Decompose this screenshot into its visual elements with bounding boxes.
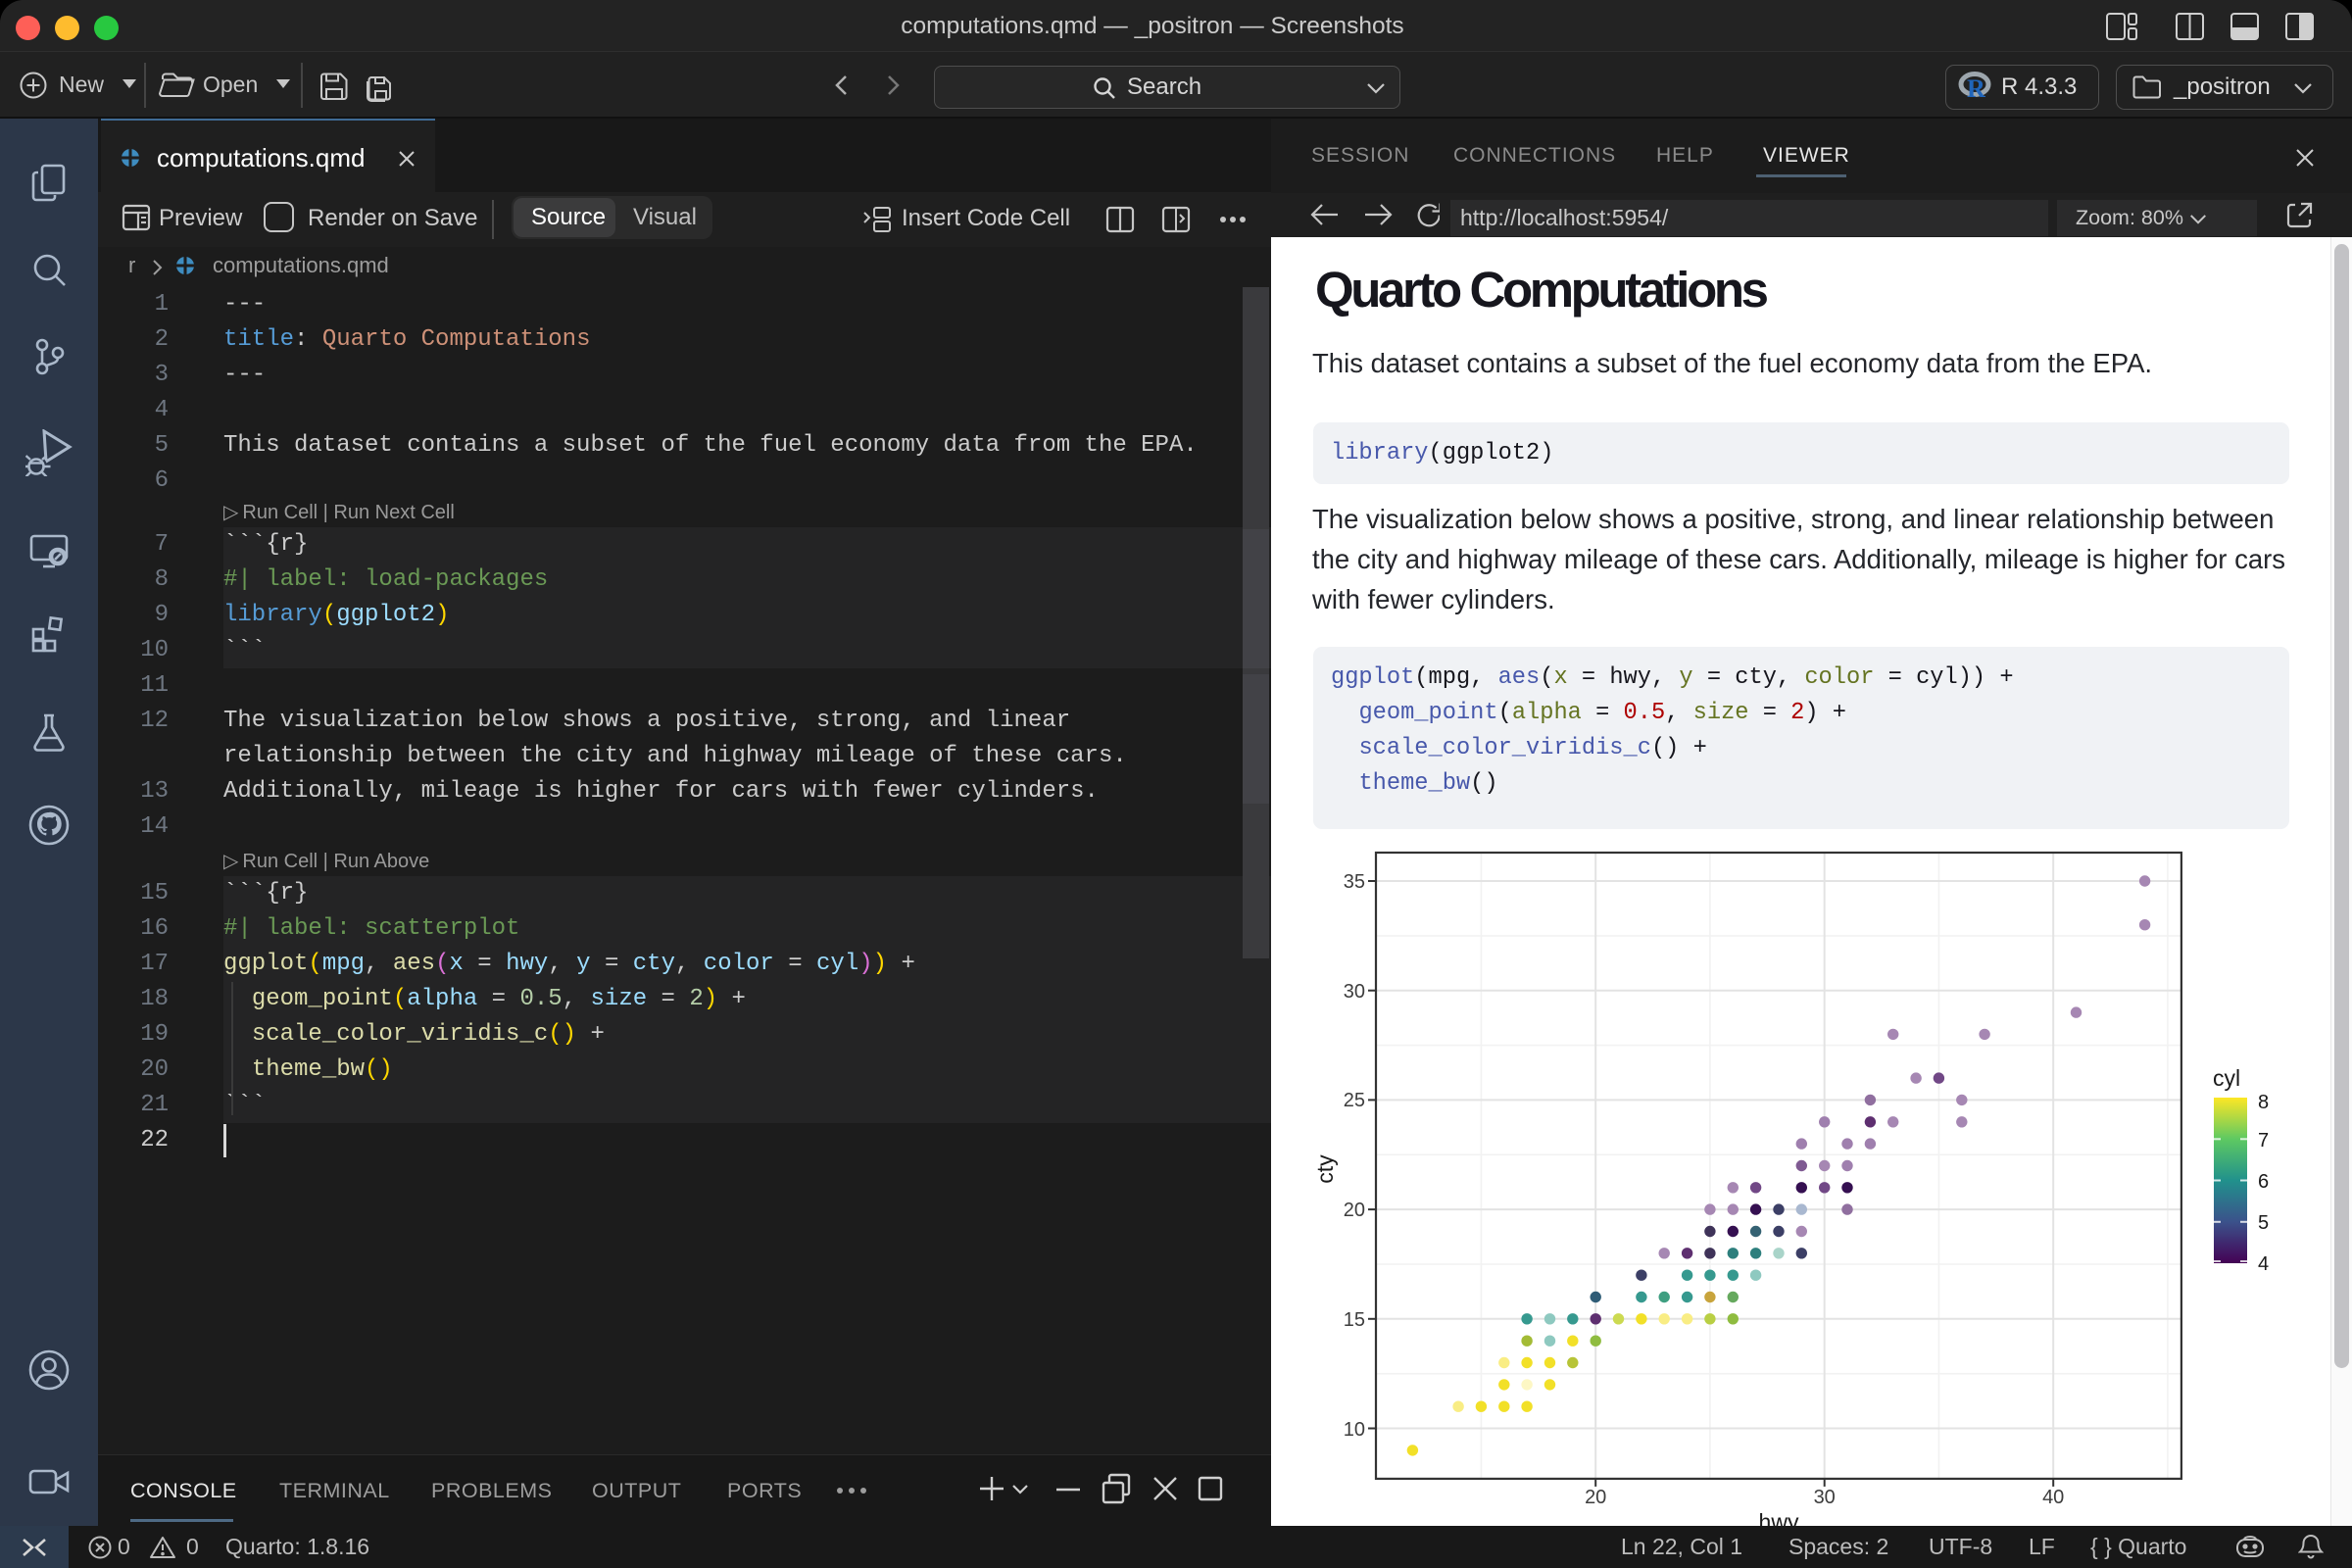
- svg-text:hwy: hwy: [1759, 1509, 1799, 1526]
- svg-text:6: 6: [2258, 1171, 2269, 1193]
- svg-text:7: 7: [2258, 1130, 2269, 1152]
- svg-text:40: 40: [2042, 1487, 2064, 1508]
- svg-text:25: 25: [1344, 1090, 1365, 1111]
- svg-text:8: 8: [2258, 1092, 2269, 1113]
- svg-text:R: R: [1967, 74, 1985, 101]
- svg-text:10: 10: [1344, 1419, 1365, 1441]
- svg-text:35: 35: [1344, 871, 1365, 893]
- svg-text:15: 15: [1344, 1309, 1365, 1331]
- svg-text:cty: cty: [1312, 1154, 1338, 1184]
- svg-text:20: 20: [1585, 1487, 1606, 1508]
- svg-text:4: 4: [2258, 1253, 2269, 1275]
- svg-text:cyl: cyl: [2213, 1065, 2240, 1091]
- svg-text:30: 30: [1344, 981, 1365, 1003]
- svg-text:30: 30: [1814, 1487, 1836, 1508]
- svg-text:5: 5: [2258, 1212, 2269, 1234]
- svg-text:20: 20: [1344, 1200, 1365, 1221]
